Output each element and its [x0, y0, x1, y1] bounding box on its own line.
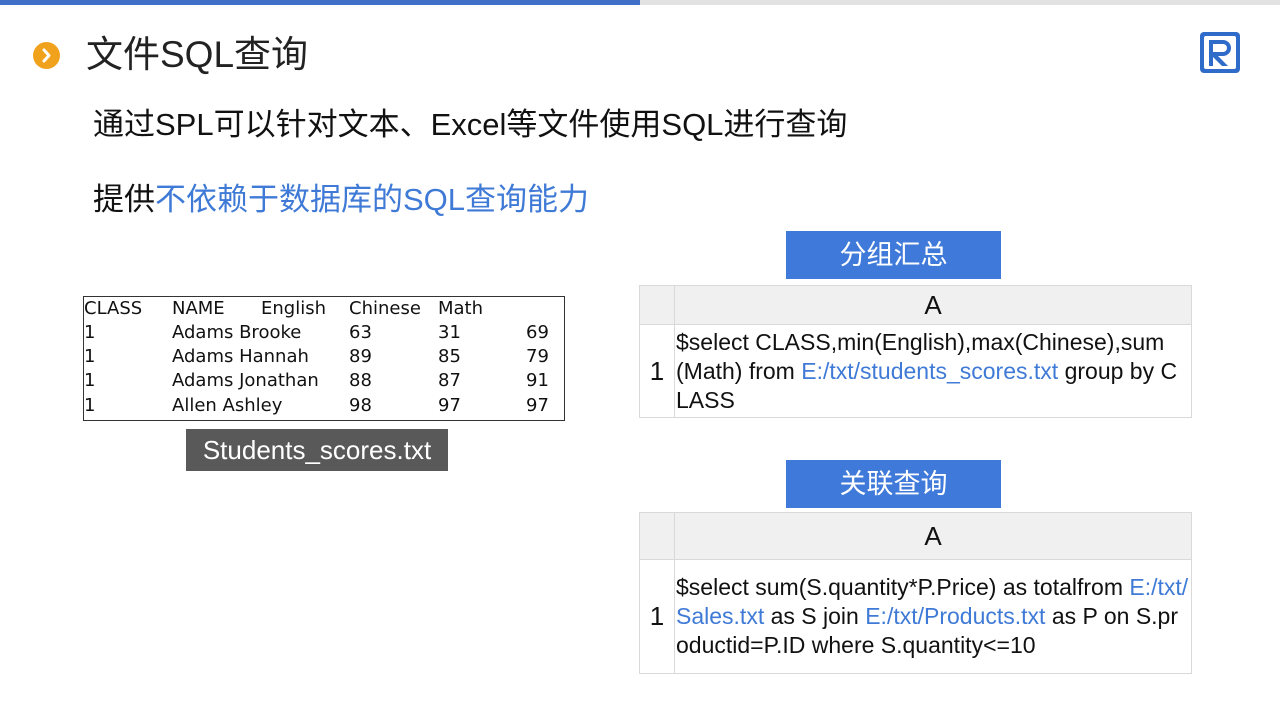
file-header-math: Math — [438, 298, 484, 319]
r-logo-icon — [1199, 31, 1241, 74]
top-progress-bar-left — [0, 0, 640, 5]
intro-line-2-accent: 不依赖于数据库的SQL查询能力 — [155, 182, 590, 217]
file-cell: 85 — [438, 346, 461, 367]
row-number: 1 — [639, 324, 675, 418]
file-cell: 31 — [438, 322, 461, 343]
code-cell-a1[interactable]: $select sum(S.quantity*P.Price) as total… — [674, 559, 1192, 674]
file-cell: 69 — [526, 322, 549, 343]
file-preview-table: CLASS NAME English Chinese Math 1 Adams … — [83, 296, 565, 421]
file-cell: 63 — [349, 322, 372, 343]
file-cell: 79 — [526, 346, 549, 367]
grid-corner — [639, 285, 675, 325]
file-cell: Adams Brooke — [172, 322, 302, 343]
file-cell: 1 — [84, 370, 96, 391]
top-progress-bar-right — [640, 0, 1280, 5]
file-header-name: NAME — [172, 298, 225, 319]
code-cell-a1[interactable]: $select CLASS,min(English),max(Chinese),… — [674, 324, 1192, 418]
group-section-label: 分组汇总 — [786, 231, 1001, 279]
file-cell: 98 — [349, 395, 372, 416]
file-cell: 89 — [349, 346, 372, 367]
file-cell: Allen Ashley — [172, 395, 283, 416]
file-header-chinese: Chinese — [349, 298, 421, 319]
intro-line-1: 通过SPL可以针对文本、Excel等文件使用SQL进行查询 — [93, 107, 848, 142]
column-header-a: A — [674, 512, 1192, 560]
intro-line-2: 提供不依赖于数据库的SQL查询能力 — [93, 179, 589, 221]
file-header-english: English — [261, 298, 326, 319]
file-cell: 88 — [349, 370, 372, 391]
chevron-right-icon — [33, 42, 60, 69]
group-code-grid: A 1 $select CLASS,min(English),max(Chine… — [639, 285, 1192, 418]
row-number: 1 — [639, 559, 675, 674]
join-section-label: 关联查询 — [786, 460, 1001, 508]
file-cell: 97 — [438, 395, 461, 416]
file-cell: 91 — [526, 370, 549, 391]
file-cell: 97 — [526, 395, 549, 416]
file-cell: 87 — [438, 370, 461, 391]
file-header-class: CLASS — [84, 298, 143, 319]
file-cell: 1 — [84, 346, 96, 367]
file-cell: 1 — [84, 395, 96, 416]
file-cell: 1 — [84, 322, 96, 343]
code-text: $select sum(S.quantity*P.Price) as total… — [676, 574, 1130, 600]
file-cell: Adams Hannah — [172, 346, 309, 367]
column-header-a: A — [674, 285, 1192, 325]
file-caption: Students_scores.txt — [186, 429, 448, 471]
code-text: as S join — [764, 603, 866, 629]
join-code-grid: A 1 $select sum(S.quantity*P.Price) as t… — [639, 512, 1192, 674]
grid-corner — [639, 512, 675, 560]
file-path-link: E:/txt/students_scores.txt — [801, 357, 1059, 384]
file-path-link: E:/txt/Products.txt — [865, 603, 1046, 629]
intro-line-2-prefix: 提供 — [93, 182, 155, 217]
page-title: 文件SQL查询 — [86, 34, 309, 75]
file-cell: Adams Jonathan — [172, 370, 319, 391]
